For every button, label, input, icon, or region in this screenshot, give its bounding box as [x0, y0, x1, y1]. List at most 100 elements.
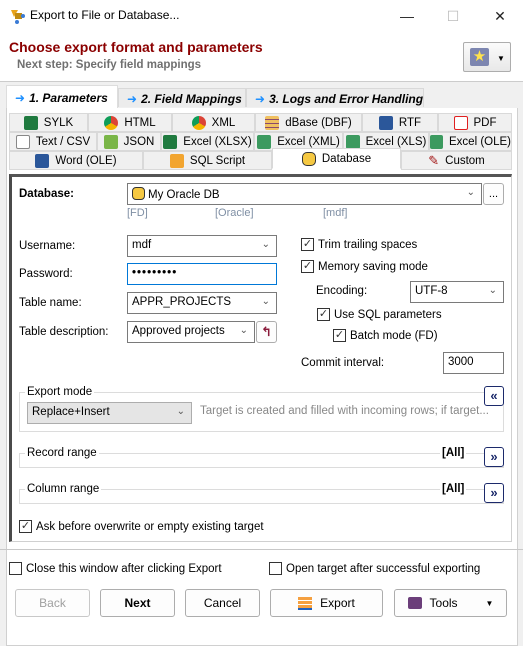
table-name-value: APPR_PROJECTS: [132, 296, 232, 308]
arrow-right-icon: ➜: [255, 92, 266, 106]
tab-label: Text / CSV: [35, 135, 91, 148]
maximize-icon: ☐: [446, 7, 460, 24]
next-step-subtitle: Next step: Specify field mappings: [17, 59, 202, 71]
encoding-value: UTF-8: [415, 285, 448, 297]
tab-field-mappings[interactable]: ➜ 2. Field Mappings: [118, 88, 246, 107]
checkbox-label: Batch mode (FD): [350, 329, 438, 342]
database-select[interactable]: My Oracle DB ⌄: [127, 183, 482, 205]
commit-interval-label: Commit interval:: [301, 357, 385, 369]
chevron-down-icon: ⌄: [261, 239, 270, 250]
export-label: Export: [320, 596, 355, 610]
tab-label: HTML: [124, 116, 156, 129]
wizard-header: Choose export format and parameters Next…: [0, 32, 523, 82]
return-arrow-icon: ↰: [261, 324, 272, 339]
window-title: Export to File or Database...: [30, 8, 180, 22]
next-button[interactable]: Next: [100, 589, 175, 617]
excel-icon: [430, 134, 443, 149]
expand-record-range-button[interactable]: »: [484, 447, 504, 467]
tab-json[interactable]: JSON: [97, 132, 161, 151]
tab-excel-ole[interactable]: Excel (OLE): [429, 132, 512, 151]
tab-label: SQL Script: [189, 154, 246, 167]
username-field[interactable]: mdf ⌄: [127, 235, 277, 257]
database-tag-driver: [FD]: [127, 207, 148, 219]
close-icon: ✕: [494, 7, 506, 24]
table-name-field[interactable]: APPR_PROJECTS ⌄: [127, 292, 277, 314]
tab-dbase[interactable]: dBase (DBF): [255, 113, 362, 132]
export-button[interactable]: Export: [270, 589, 383, 617]
table-description-field[interactable]: Approved projects ⌄: [127, 321, 255, 343]
browse-database-button[interactable]: ...: [483, 183, 504, 205]
use-sql-parameters-checkbox[interactable]: ✓ Use SQL parameters: [317, 308, 442, 321]
tab-logs-error-handling[interactable]: ➜ 3. Logs and Error Handling: [246, 88, 424, 107]
tab-sql-script[interactable]: SQL Script: [143, 151, 272, 170]
tab-rtf[interactable]: RTF: [362, 113, 438, 132]
tab-label: Excel (XML): [277, 135, 340, 148]
tab-label: Excel (XLSX): [183, 135, 252, 148]
minimize-button[interactable]: —: [384, 0, 430, 32]
checkbox-unchecked: [269, 562, 282, 575]
export-mode-select[interactable]: Replace+Insert ⌄: [27, 402, 192, 424]
trim-trailing-checkbox[interactable]: ✓ Trim trailing spaces: [301, 238, 417, 251]
collapse-export-mode-button[interactable]: «: [484, 386, 504, 406]
table-description-value: Approved projects: [132, 325, 225, 337]
page-title: Choose export format and parameters: [9, 39, 263, 55]
database-icon: [132, 187, 145, 200]
favorites-button[interactable]: ★ ▼: [463, 42, 511, 72]
tab-html[interactable]: HTML: [88, 113, 172, 132]
chevron-down-icon: ⌄: [176, 406, 185, 417]
username-label: Username:: [19, 240, 76, 252]
export-mode-label: Export mode: [25, 386, 95, 398]
tab-pdf[interactable]: PDF: [438, 113, 512, 132]
tab-label: Word (OLE): [55, 154, 117, 167]
database-value: My Oracle DB: [148, 189, 220, 201]
commit-interval-field[interactable]: 3000: [443, 352, 504, 374]
tab-word-ole[interactable]: Word (OLE): [9, 151, 143, 170]
checkbox-label: Open target after successful exporting: [286, 562, 481, 575]
excel-icon: [345, 134, 360, 149]
notepad-icon: [103, 134, 118, 149]
tab-label: Excel (XLS): [365, 135, 427, 148]
tab-parameters-active[interactable]: ➜ 1. Parameters: [6, 85, 118, 108]
chevron-down-icon: ⌄: [488, 285, 497, 296]
memory-saving-checkbox[interactable]: ✓ Memory saving mode: [301, 260, 428, 273]
chevron-down-icon: ⌄: [466, 187, 475, 198]
chrome-icon: [191, 115, 206, 130]
expand-column-range-button[interactable]: »: [484, 483, 504, 503]
tab-custom[interactable]: ✎ Custom: [401, 151, 512, 170]
close-button[interactable]: ✕: [477, 0, 523, 32]
open-target-checkbox[interactable]: Open target after successful exporting: [269, 562, 480, 575]
sql-script-icon: [169, 153, 184, 168]
back-button[interactable]: Back: [15, 589, 90, 617]
checkbox-label: Use SQL parameters: [334, 308, 442, 321]
column-range-value: [All]: [440, 483, 467, 495]
excel-icon: [257, 134, 272, 149]
tools-button[interactable]: Tools ▼: [394, 589, 507, 617]
arrow-right-icon: ➜: [15, 91, 26, 105]
password-field[interactable]: •••••••••: [127, 263, 277, 285]
tab-text-csv[interactable]: Text / CSV: [9, 132, 97, 151]
tab-excel-xlsx[interactable]: Excel (XLSX): [161, 132, 254, 151]
tab-database[interactable]: Database: [272, 148, 401, 169]
database-label: Database:: [19, 188, 74, 200]
tab-xml[interactable]: XML: [172, 113, 255, 132]
tab-label: RTF: [398, 116, 422, 129]
export-mode-description: Target is created and filled with incomi…: [200, 405, 489, 417]
excel-icon: [163, 134, 178, 149]
tab-label: XML: [211, 116, 236, 129]
tab-label: 1. Parameters: [29, 91, 108, 105]
tab-label: 3. Logs and Error Handling: [269, 92, 424, 106]
ask-overwrite-checkbox[interactable]: ✓ Ask before overwrite or empty existing …: [19, 520, 264, 533]
encoding-select[interactable]: UTF-8 ⌄: [410, 281, 504, 303]
cancel-button[interactable]: Cancel: [185, 589, 260, 617]
close-after-export-checkbox[interactable]: Close this window after clicking Export: [9, 562, 222, 575]
tab-sylk[interactable]: SYLK: [9, 113, 88, 132]
reset-description-button[interactable]: ↰: [256, 321, 277, 343]
checkbox-checked: ✓: [317, 308, 330, 321]
checkbox-label: Memory saving mode: [318, 260, 428, 273]
column-range-label: Column range: [25, 483, 102, 495]
format-tabs-row-3: Word (OLE) SQL Script Database ✎ Custom: [9, 148, 512, 170]
word-icon: [35, 153, 50, 168]
toolbox-icon: [407, 597, 422, 609]
batch-mode-checkbox[interactable]: ✓ Batch mode (FD): [333, 329, 438, 342]
maximize-button[interactable]: ☐: [430, 0, 476, 32]
